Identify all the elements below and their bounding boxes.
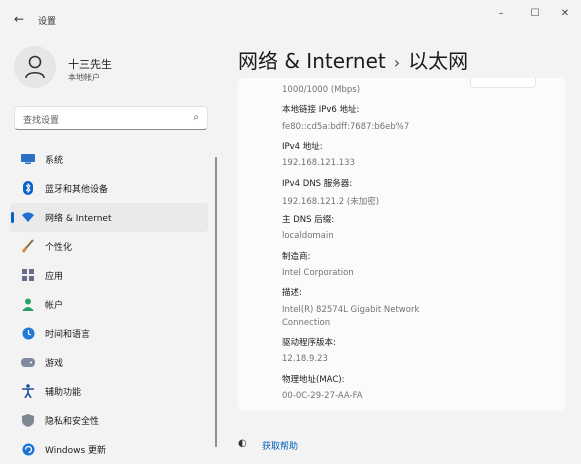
mac-address-value: 00-0C-29-27-AA-FA [282, 391, 363, 401]
driver-version-value: 12.18.9.23 [282, 354, 328, 364]
breadcrumb: 网络 & Internet › 以太网 [238, 45, 468, 74]
sidebar-nav: 系统 蓝牙和其他设备 网络 & Internet 个性化 应用 帐户 时间和语言… [10, 145, 208, 464]
accessibility-icon [20, 383, 36, 399]
sidebar-item-privacy-security[interactable]: 隐私和安全性 [10, 406, 208, 435]
manufacturer-label: 制造商: [282, 252, 311, 262]
sidebar-item-label: 应用 [45, 272, 64, 282]
sidebar-scrollbar[interactable] [215, 157, 217, 447]
sidebar-item-label: 蓝牙和其他设备 [45, 185, 109, 195]
shield-icon [20, 412, 36, 428]
breadcrumb-parent[interactable]: 网络 & Internet [238, 49, 386, 73]
driver-version-label: 驱动程序版本: [282, 338, 336, 348]
sidebar-item-windows-update[interactable]: Windows 更新 [10, 435, 208, 464]
ethernet-properties-panel: 1000/1000 (Mbps) 本地链接 IPv6 地址: fe80::cd5… [238, 78, 565, 411]
sidebar-item-label: 帐户 [45, 301, 64, 311]
ipv6-value: fe80::cd5a:bdff:7687:b6eb%7 [282, 122, 410, 132]
selection-indicator [11, 212, 14, 223]
description-value-line2: Connection [282, 318, 331, 328]
monitor-icon [20, 151, 36, 167]
title-bar: ← 设置 – ☐ ✕ [0, 0, 581, 40]
ipv6-label: 本地链接 IPv6 地址: [282, 105, 360, 115]
wifi-icon [20, 209, 36, 225]
sidebar-item-system[interactable]: 系统 [10, 145, 208, 174]
sidebar-item-label: 隐私和安全性 [45, 417, 100, 427]
update-icon [20, 441, 36, 457]
bluetooth-icon [20, 180, 36, 196]
ipv4-dns-value: 192.168.121.2 (未加密) [282, 197, 380, 207]
sidebar-item-time-language[interactable]: 时间和语言 [10, 319, 208, 348]
ipv4-dns-label: IPv4 DNS 服务器: [282, 179, 353, 189]
help-icon: ◐ [238, 438, 247, 449]
description-value: Intel(R) 82574L Gigabit Network [282, 305, 420, 315]
sidebar-item-apps[interactable]: 应用 [10, 261, 208, 290]
dns-suffix-value: localdomain [282, 231, 334, 241]
person-icon [25, 55, 45, 79]
dns-suffix-label: 主 DNS 后缀: [282, 215, 335, 225]
user-profile[interactable]: 十三先生 本地帐户 [14, 46, 214, 90]
mac-address-label: 物理地址(MAC): [282, 375, 345, 385]
minimize-button[interactable]: – [486, 8, 516, 24]
description-label: 描述: [282, 288, 302, 298]
sidebar-item-gaming[interactable]: 游戏 [10, 348, 208, 377]
ipv4-label: IPv4 地址: [282, 142, 323, 152]
sidebar-item-personalization[interactable]: 个性化 [10, 232, 208, 261]
avatar [14, 46, 56, 88]
maximize-button[interactable]: ☐ [520, 8, 550, 24]
sidebar-item-label: 辅助功能 [45, 388, 82, 398]
clock-globe-icon [20, 325, 36, 341]
link-speed-value: 1000/1000 (Mbps) [282, 85, 361, 95]
gamepad-icon [20, 354, 36, 370]
sidebar-item-accounts[interactable]: 帐户 [10, 290, 208, 319]
search-icon: ⌕ [193, 112, 199, 123]
sidebar-item-accessibility[interactable]: 辅助功能 [10, 377, 208, 406]
person-icon [20, 296, 36, 312]
manufacturer-value: Intel Corporation [282, 268, 354, 278]
sidebar-item-network[interactable]: 网络 & Internet [10, 203, 208, 232]
sidebar-item-label: 网络 & Internet [45, 214, 112, 224]
brush-icon [20, 238, 36, 254]
search-input[interactable]: 查找设置 ⌕ [14, 106, 208, 130]
sidebar-item-label: 时间和语言 [45, 330, 91, 340]
user-name: 十三先生 [68, 58, 112, 71]
sidebar-item-label: 游戏 [45, 359, 64, 369]
window-title: 设置 [38, 17, 57, 27]
sidebar-item-label: 个性化 [45, 243, 73, 253]
ipv4-value: 192.168.121.133 [282, 158, 356, 168]
copy-button[interactable] [470, 78, 536, 88]
account-type: 本地帐户 [68, 73, 100, 82]
get-help-link[interactable]: 获取帮助 [262, 439, 298, 452]
apps-icon [20, 267, 36, 283]
sidebar-item-label: 系统 [45, 156, 64, 166]
back-arrow-icon[interactable]: ← [14, 12, 24, 26]
sidebar-item-label: Windows 更新 [45, 446, 107, 456]
breadcrumb-separator: › [393, 53, 401, 72]
search-placeholder: 查找设置 [23, 116, 60, 126]
close-button[interactable]: ✕ [550, 8, 580, 24]
page-title: 以太网 [408, 49, 469, 73]
sidebar-item-bluetooth[interactable]: 蓝牙和其他设备 [10, 174, 208, 203]
